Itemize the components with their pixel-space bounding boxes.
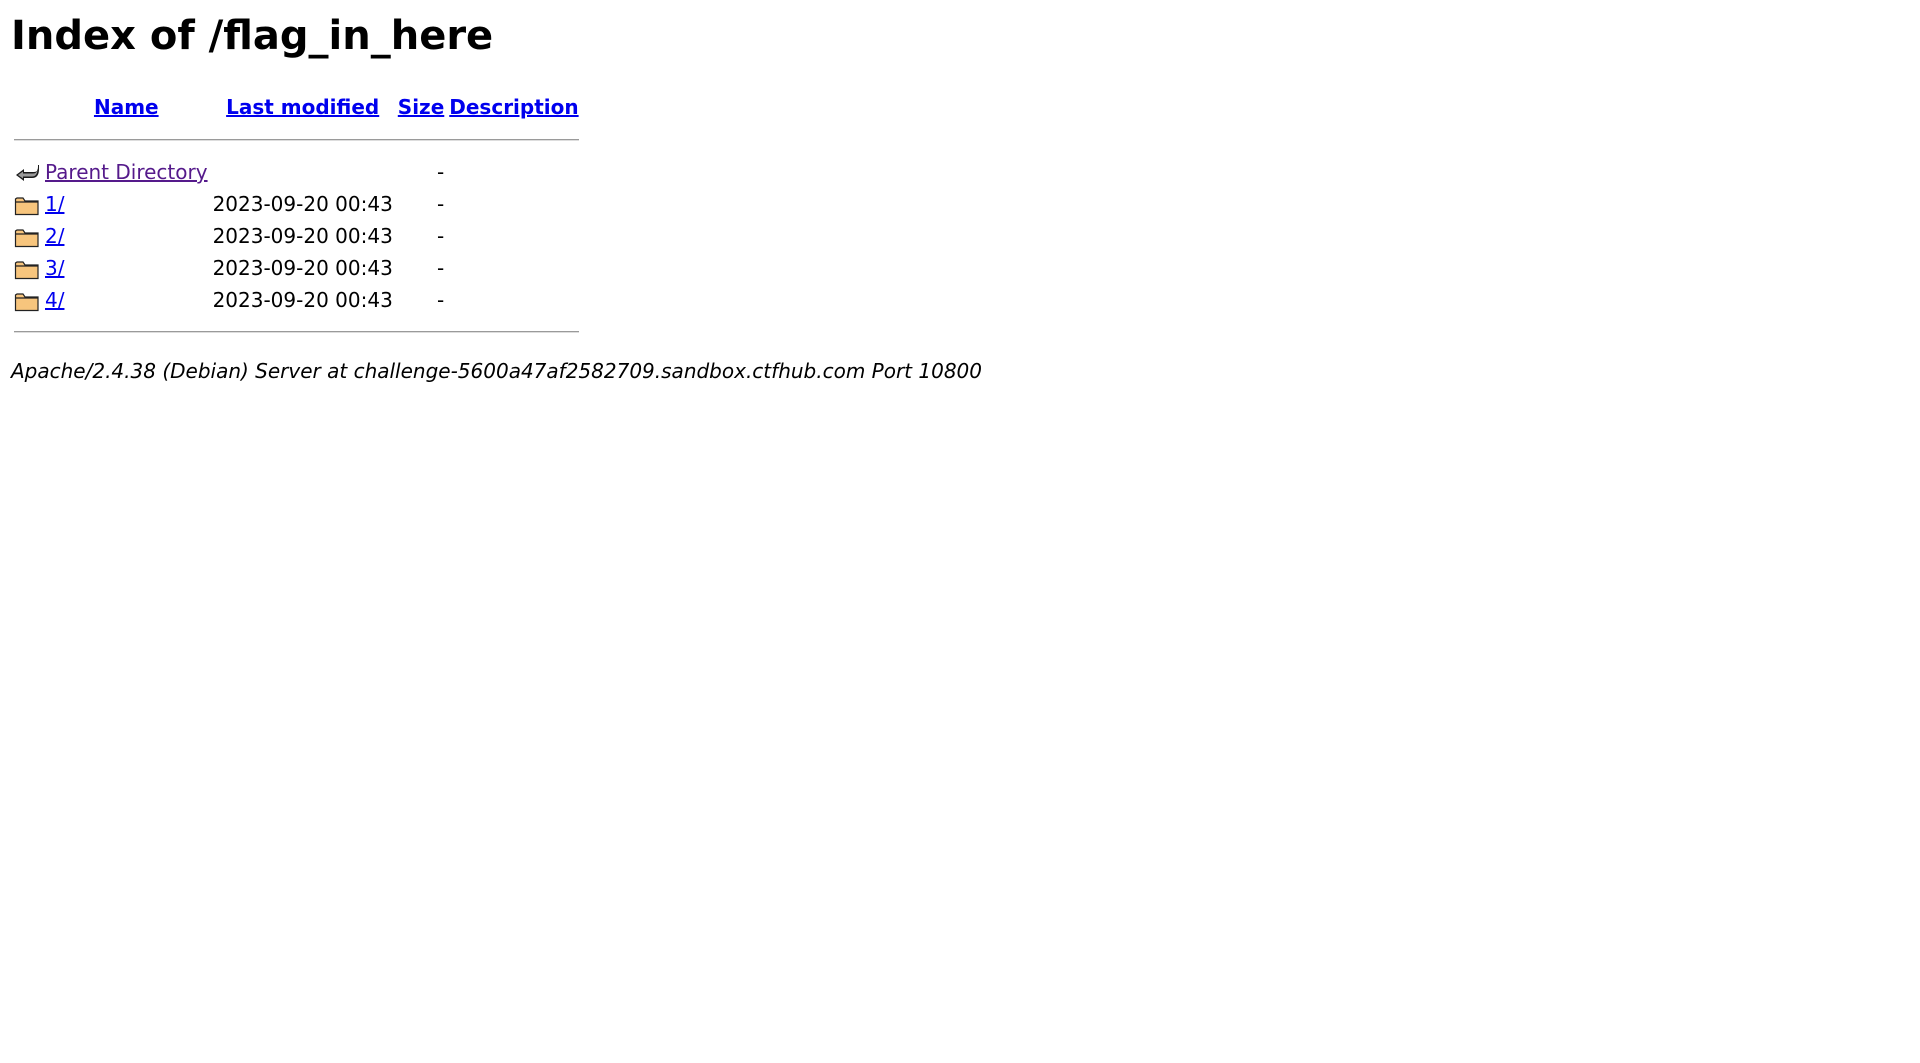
- description-cell: [448, 188, 579, 220]
- last-modified-cell: 2023-09-20 00:43: [212, 256, 393, 280]
- folder-link-1[interactable]: 1/: [45, 192, 64, 216]
- page-title: Index of /flag_in_here: [11, 13, 494, 59]
- folder-icon: [14, 289, 40, 313]
- size-cell: -: [437, 192, 445, 216]
- last-modified-cell: [212, 156, 394, 188]
- folder-icon: [14, 225, 40, 249]
- sort-by-last-modified-link[interactable]: Last modified: [226, 95, 379, 119]
- last-modified-column-header: Last modified: [212, 90, 394, 124]
- directory-listing-table: Name Last modified Size Description Pare…: [10, 90, 583, 348]
- folder-link-3[interactable]: 3/: [45, 256, 64, 280]
- parent-directory-link[interactable]: Parent Directory: [45, 160, 208, 184]
- size-cell: -: [437, 288, 445, 312]
- header-divider: [14, 139, 579, 141]
- last-modified-cell: 2023-09-20 00:43: [212, 192, 393, 216]
- name-column-header: Name: [44, 90, 209, 124]
- folder-icon: [14, 193, 40, 217]
- description-cell: [448, 156, 579, 188]
- size-column-header: Size: [397, 90, 445, 124]
- sort-by-size-link[interactable]: Size: [398, 95, 444, 119]
- folder-link-2[interactable]: 2/: [45, 224, 64, 248]
- last-modified-cell: 2023-09-20 00:43: [212, 288, 393, 312]
- description-cell: [448, 284, 579, 316]
- table-row: 3/ 2023-09-20 00:43 -: [13, 252, 580, 284]
- description-cell: [448, 252, 579, 284]
- folder-link-4[interactable]: 4/: [45, 288, 64, 312]
- folder-icon: [14, 257, 40, 281]
- description-cell: [448, 220, 579, 252]
- sort-by-description-link[interactable]: Description: [449, 95, 578, 119]
- size-cell: -: [437, 224, 445, 248]
- table-row: Parent Directory -: [13, 156, 580, 188]
- table-row: 4/ 2023-09-20 00:43 -: [13, 284, 580, 316]
- footer-divider: [14, 331, 579, 333]
- table-row: 1/ 2023-09-20 00:43 -: [13, 188, 580, 220]
- icon-column-header: [13, 90, 41, 124]
- back-arrow-icon: [14, 161, 40, 185]
- footer-separator-row: [13, 316, 580, 348]
- size-cell: -: [437, 160, 445, 184]
- sort-by-name-link[interactable]: Name: [94, 95, 159, 119]
- last-modified-cell: 2023-09-20 00:43: [212, 224, 393, 248]
- size-cell: -: [437, 256, 445, 280]
- server-signature: Apache/2.4.38 (Debian) Server at challen…: [11, 359, 983, 383]
- description-column-header: Description: [448, 90, 579, 124]
- table-row: 2/ 2023-09-20 00:43 -: [13, 220, 580, 252]
- table-header-row: Name Last modified Size Description: [13, 90, 580, 124]
- header-separator-row: [13, 124, 580, 156]
